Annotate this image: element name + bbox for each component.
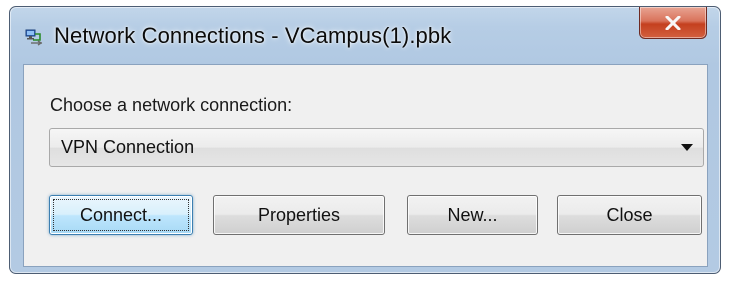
connection-dropdown-value: VPN Connection <box>61 137 195 157</box>
window-title: Network Connections - VCampus(1).pbk <box>54 23 452 48</box>
dialog-content: Choose a network connection: VPN Connect… <box>23 64 708 267</box>
connection-dropdown[interactable]: VPN Connection <box>49 128 704 167</box>
connect-button[interactable]: Connect... <box>49 195 193 235</box>
title-bar[interactable]: Network Connections - VCampus(1).pbk <box>10 7 720 65</box>
close-button-label: Close <box>606 204 653 225</box>
network-connections-icon <box>24 27 46 47</box>
close-button[interactable]: Close <box>557 195 702 235</box>
chevron-down-icon[interactable] <box>681 144 693 151</box>
properties-button-label: Properties <box>257 204 341 225</box>
new-button-label: New... <box>447 204 498 225</box>
properties-button[interactable]: Properties <box>213 195 385 235</box>
close-icon <box>665 15 681 30</box>
new-button[interactable]: New... <box>407 195 538 235</box>
connect-button-label: Connect... <box>79 204 163 225</box>
close-window-button[interactable] <box>639 7 707 39</box>
choose-connection-label: Choose a network connection: <box>50 95 293 115</box>
network-connections-window: Network Connections - VCampus(1).pbk Cho… <box>9 6 721 274</box>
